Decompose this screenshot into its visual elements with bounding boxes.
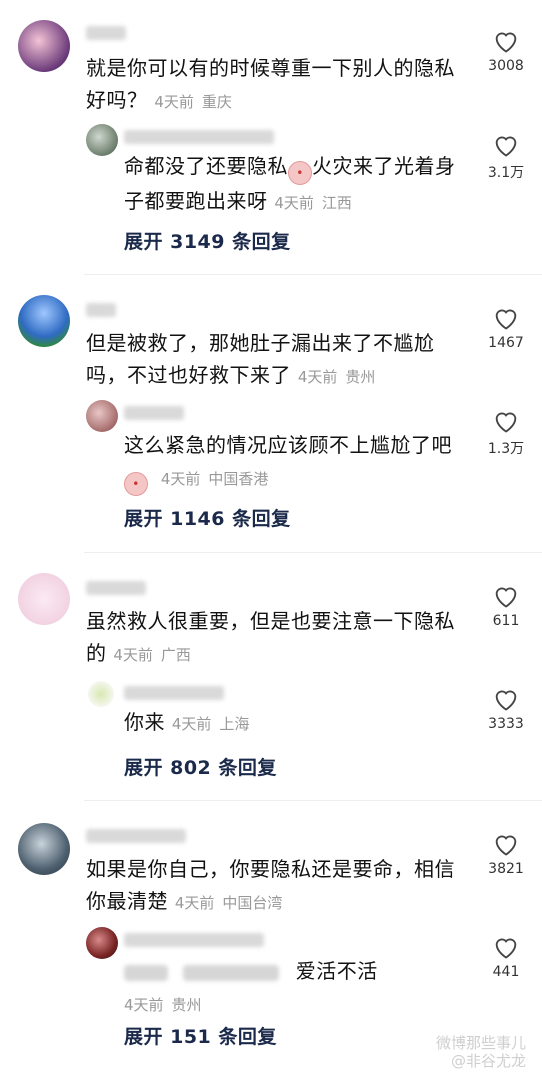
- comment-thread: 就是你可以有的时候尊重一下别人的隐私好吗？ 4天前 重庆 3008 命都没了还要隐…: [0, 0, 542, 275]
- avatar[interactable]: [18, 573, 70, 625]
- mention-blur: [124, 964, 168, 981]
- comment-body: 但是被救了，那她肚子漏出来了不尴尬吗，不过也好救下来了 4天前 贵州: [86, 331, 435, 387]
- like-button[interactable]: 1.3万: [484, 408, 528, 458]
- like-button[interactable]: 611: [484, 583, 528, 629]
- username[interactable]: [124, 130, 274, 144]
- expand-replies-button[interactable]: 展开 1146 条回复: [124, 504, 291, 531]
- like-button[interactable]: 3821: [484, 831, 528, 877]
- mention-blur: [182, 964, 279, 981]
- watermark: 微博那些事儿 @非谷尤龙: [435, 1034, 526, 1070]
- heart-outline-icon: [495, 587, 517, 608]
- heart-outline-icon: [495, 412, 517, 433]
- like-button[interactable]: 441: [484, 934, 528, 980]
- heart-outline-icon: [495, 835, 517, 856]
- like-button[interactable]: 1467: [484, 305, 528, 351]
- comment-body: 如果是你自己，你要隐私还是要命，相信你最清楚 4天前 中国台湾: [86, 857, 455, 913]
- like-count: 611: [492, 613, 520, 629]
- reply-body: 这么紧急的情况应该顾不上尴尬了吧 • 4天前 中国香港: [124, 429, 472, 496]
- avatar[interactable]: [86, 124, 118, 156]
- like-button[interactable]: 3008: [484, 28, 528, 74]
- reply-meta: 4天前 中国香港: [160, 470, 269, 488]
- like-button[interactable]: 3.1万: [484, 132, 528, 182]
- heart-outline-icon: [495, 309, 517, 330]
- heart-outline-icon: [495, 136, 517, 157]
- avatar[interactable]: [18, 295, 70, 347]
- username[interactable]: [86, 581, 146, 595]
- comment-thread: 但是被救了，那她肚子漏出来了不尴尬吗，不过也好救下来了 4天前 贵州 1467 这…: [0, 275, 542, 552]
- expand-replies-button[interactable]: 展开 3149 条回复: [124, 227, 291, 254]
- like-count: 3.1万: [487, 165, 525, 181]
- reply-meta: 4天前 江西: [274, 194, 352, 212]
- avatar[interactable]: [18, 823, 70, 875]
- reply-body: 你来 4天前 上海: [124, 710, 250, 734]
- like-count: 3008: [488, 58, 524, 74]
- like-count: 3821: [488, 861, 524, 877]
- avatar[interactable]: [86, 927, 118, 959]
- like-count: 1467: [488, 335, 524, 351]
- heart-outline-icon: [495, 938, 517, 959]
- username[interactable]: [124, 933, 264, 947]
- username[interactable]: [86, 303, 116, 317]
- reply-body: 命都没了还要隐私 • 火灾来了光着身子都要跑出来呀 4天前 江西: [124, 154, 456, 213]
- comment-body: 就是你可以有的时候尊重一下别人的隐私好吗？ 4天前 重庆: [86, 56, 455, 112]
- reply-body: 爱活不活 4天前 贵州: [124, 959, 378, 1014]
- avatar[interactable]: [86, 400, 118, 432]
- avatar[interactable]: [18, 20, 70, 72]
- reply-meta: 4天前 上海: [171, 715, 250, 733]
- username[interactable]: [86, 829, 186, 843]
- comment-meta: 4天前 贵州: [297, 368, 376, 386]
- comment-meta: 4天前 广西: [113, 646, 191, 664]
- heart-outline-icon: [495, 32, 517, 53]
- comment-meta: 4天前 重庆: [154, 93, 232, 111]
- username[interactable]: [124, 406, 184, 420]
- expand-replies-button[interactable]: 展开 802 条回复: [124, 753, 277, 780]
- like-count: 441: [492, 964, 520, 980]
- reply-meta: 4天前 贵州: [124, 996, 202, 1014]
- comment-thread: 虽然救人很重要，但是也要注意一下隐私的 4天前 广西 611 你来 4天前 上海 3…: [0, 553, 542, 800]
- avatar[interactable]: [88, 681, 114, 707]
- like-count: 3333: [488, 716, 524, 732]
- like-button[interactable]: 3333: [484, 686, 528, 732]
- comment-body: 虽然救人很重要，但是也要注意一下隐私的 4天前 广西: [86, 609, 455, 665]
- emoji-icon: •: [124, 472, 148, 496]
- expand-replies-button[interactable]: 展开 151 条回复: [124, 1022, 277, 1049]
- username[interactable]: [86, 26, 126, 40]
- emoji-icon: •: [288, 161, 312, 185]
- heart-outline-icon: [495, 690, 517, 711]
- username[interactable]: [124, 686, 224, 700]
- like-count: 1.3万: [487, 441, 525, 457]
- comment-meta: 4天前 中国台湾: [174, 894, 283, 912]
